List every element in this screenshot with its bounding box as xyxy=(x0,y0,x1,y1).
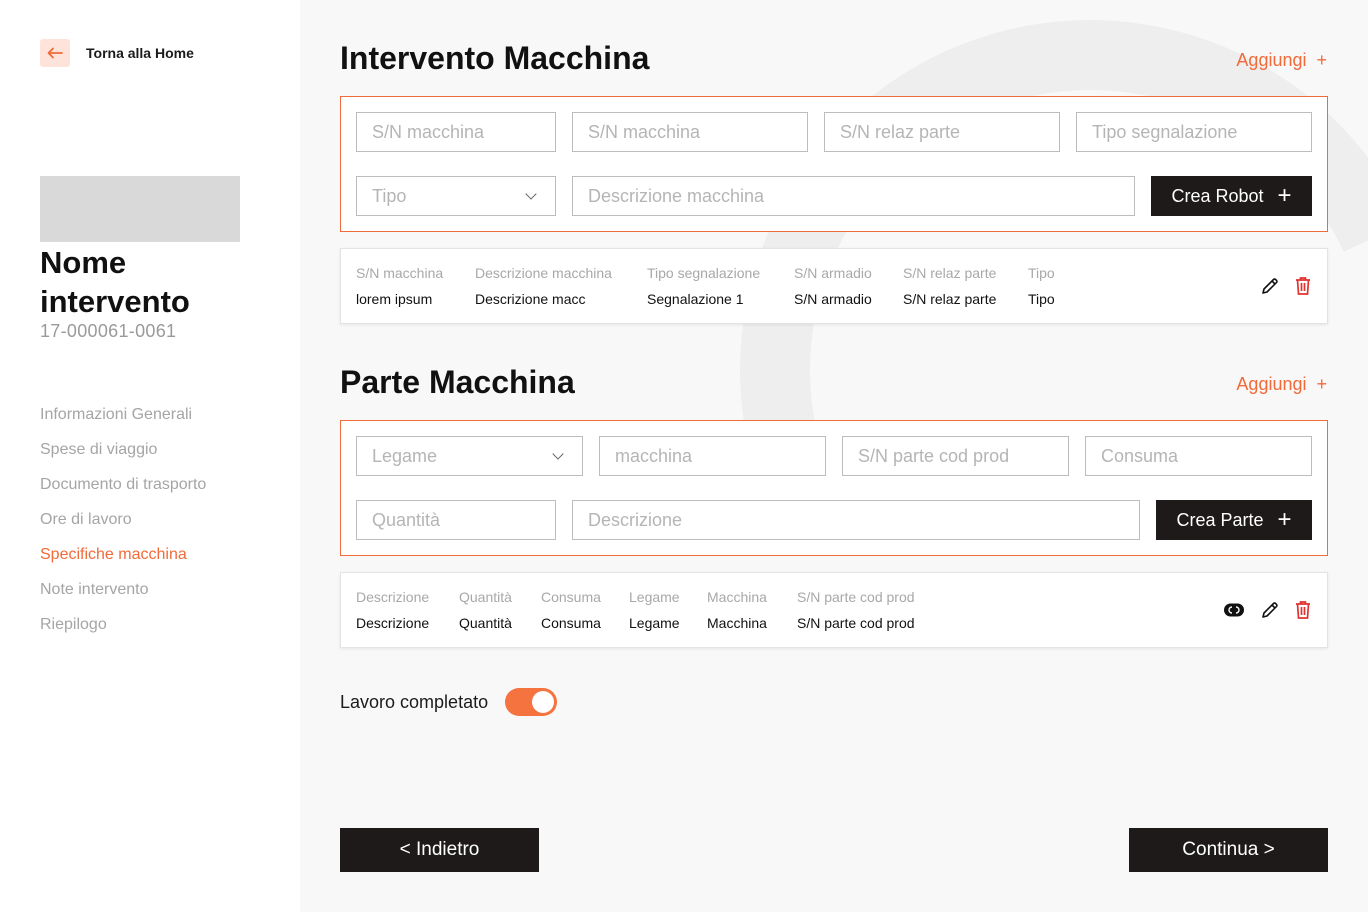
crea-parte-button[interactable]: Crea Parte + xyxy=(1156,500,1312,540)
machine-section-title: Intervento Macchina xyxy=(340,40,650,76)
machine-col-tipo-segnalazione: Tipo segnalazione Segnalazione 1 xyxy=(647,265,760,307)
sidebar-item-spese-di-viaggio[interactable]: Spese di viaggio xyxy=(40,440,206,475)
column-header: Quantità xyxy=(459,589,512,605)
work-completed-toggle[interactable] xyxy=(505,688,558,716)
delete-trash-icon[interactable] xyxy=(1292,599,1314,621)
plus-icon: + xyxy=(1277,506,1292,533)
part-col-consuma: Consuma Consuma xyxy=(541,589,601,631)
descrizione-input[interactable] xyxy=(572,500,1140,540)
machine-col-descrizione: Descrizione macchina Descrizione macc xyxy=(475,265,612,307)
add-machine-label: Aggiungi xyxy=(1236,50,1307,70)
add-part-link[interactable]: Aggiungi + xyxy=(1236,374,1327,395)
edit-pencil-icon[interactable] xyxy=(1259,275,1281,297)
machine-col-tipo: Tipo Tipo xyxy=(1028,265,1055,307)
cell-value: Macchina xyxy=(707,615,767,631)
column-header: S/N relaz parte xyxy=(903,265,997,281)
cell-value: Segnalazione 1 xyxy=(647,291,744,307)
part-col-sn-parte: S/N parte cod prod S/N parte cod prod xyxy=(797,589,915,631)
sn-parte-cod-prod-input[interactable] xyxy=(842,436,1069,476)
column-header: Descrizione xyxy=(356,589,430,605)
cell-value: S/N armadio xyxy=(794,291,872,307)
machine-row-card: S/N macchina lorem ipsum Descrizione mac… xyxy=(340,248,1328,324)
part-row-card: Descrizione Descrizione Quantità Quantit… xyxy=(340,572,1328,648)
descrizione-macchina-input[interactable] xyxy=(572,176,1135,216)
chevron-down-icon xyxy=(525,188,537,200)
delete-trash-icon[interactable] xyxy=(1292,275,1314,297)
back-home-link[interactable]: Torna alla Home xyxy=(40,39,194,67)
part-section-title: Parte Macchina xyxy=(340,364,575,400)
part-col-quantita: Quantità Quantità xyxy=(459,589,512,631)
cell-value: lorem ipsum xyxy=(356,291,433,307)
link-icon[interactable] xyxy=(1223,599,1245,621)
work-completed-label: Lavoro completato xyxy=(340,691,489,712)
part-col-macchina: Macchina Macchina xyxy=(707,589,767,631)
cell-value: S/N parte cod prod xyxy=(797,615,915,631)
chevron-down-icon xyxy=(552,448,564,460)
toggle-knob xyxy=(532,691,555,713)
macchina-input[interactable] xyxy=(599,436,826,476)
machine-col-sn-relaz-parte: S/N relaz parte S/N relaz parte xyxy=(903,265,996,307)
cell-value: Consuma xyxy=(541,615,601,631)
intervention-code: 17-000061-0061 xyxy=(40,321,177,341)
crea-robot-label: Crea Robot xyxy=(1171,185,1264,206)
column-header: Tipo segnalazione xyxy=(647,265,761,281)
legame-select-value: Legame xyxy=(372,445,438,466)
plus-icon: + xyxy=(1316,374,1327,394)
tipo-select[interactable]: Tipo xyxy=(356,176,556,216)
add-machine-link[interactable]: Aggiungi + xyxy=(1236,50,1327,71)
sidebar: Torna alla Home Nome intervento 17-00006… xyxy=(0,0,300,912)
legame-select[interactable]: Legame xyxy=(356,436,583,476)
column-header: Tipo xyxy=(1028,265,1055,281)
consuma-input[interactable] xyxy=(1085,436,1312,476)
part-col-legame: Legame Legame xyxy=(629,589,680,631)
back-home-label: Torna alla Home xyxy=(86,45,194,61)
cell-value: Descrizione xyxy=(356,615,430,631)
column-header: Macchina xyxy=(707,589,767,605)
sidebar-item-documento-di-trasporto[interactable]: Documento di trasporto xyxy=(40,475,206,510)
sidebar-item-note-intervento[interactable]: Note intervento xyxy=(40,580,206,615)
work-completed-row: Lavoro completato xyxy=(340,688,558,716)
column-header: Consuma xyxy=(541,589,601,605)
sidebar-nav: Informazioni Generali Spese di viaggio D… xyxy=(40,405,206,650)
sn-machine-input-2[interactable] xyxy=(572,112,808,152)
machine-col-sn: S/N macchina lorem ipsum xyxy=(356,265,443,307)
cell-value: Legame xyxy=(629,615,680,631)
back-button[interactable]: < Indietro xyxy=(340,828,539,872)
cell-value: Quantità xyxy=(459,615,512,631)
column-header: Descrizione macchina xyxy=(475,265,612,281)
column-header: S/N macchina xyxy=(356,265,444,281)
column-header: S/N armadio xyxy=(794,265,872,281)
arrow-left-icon xyxy=(40,39,70,67)
sn-relaz-parte-input[interactable] xyxy=(824,112,1060,152)
continue-button[interactable]: Continua > xyxy=(1129,828,1328,872)
sidebar-item-ore-di-lavoro[interactable]: Ore di lavoro xyxy=(40,510,206,545)
machine-col-sn-armadio: S/N armadio S/N armadio xyxy=(794,265,872,307)
part-col-descrizione: Descrizione Descrizione xyxy=(356,589,429,631)
crea-robot-button[interactable]: Crea Robot + xyxy=(1151,176,1312,216)
column-header: S/N parte cod prod xyxy=(797,589,915,605)
cell-value: S/N relaz parte xyxy=(903,291,997,307)
sn-machine-input-1[interactable] xyxy=(356,112,556,152)
machine-form: Tipo Crea Robot + xyxy=(340,96,1328,232)
sidebar-item-informazioni-generali[interactable]: Informazioni Generali xyxy=(40,405,206,440)
column-header: Legame xyxy=(629,589,680,605)
tipo-segnalazione-input[interactable] xyxy=(1076,112,1312,152)
quantita-input[interactable] xyxy=(356,500,556,540)
add-part-label: Aggiungi xyxy=(1236,374,1307,394)
crea-parte-label: Crea Parte xyxy=(1176,509,1264,530)
intervention-name: Nome intervento xyxy=(40,245,190,319)
plus-icon: + xyxy=(1316,50,1327,70)
sidebar-item-riepilogo[interactable]: Riepilogo xyxy=(40,615,206,650)
cell-value: Descrizione macc xyxy=(475,291,586,307)
edit-pencil-icon[interactable] xyxy=(1259,599,1281,621)
cell-value: Tipo xyxy=(1028,291,1055,307)
tipo-select-value: Tipo xyxy=(372,185,407,206)
intervention-thumbnail xyxy=(40,176,240,242)
sidebar-item-specifiche-macchina[interactable]: Specifiche macchina xyxy=(40,545,206,580)
plus-icon: + xyxy=(1277,182,1292,209)
part-form: Legame Crea Parte + xyxy=(340,420,1328,556)
